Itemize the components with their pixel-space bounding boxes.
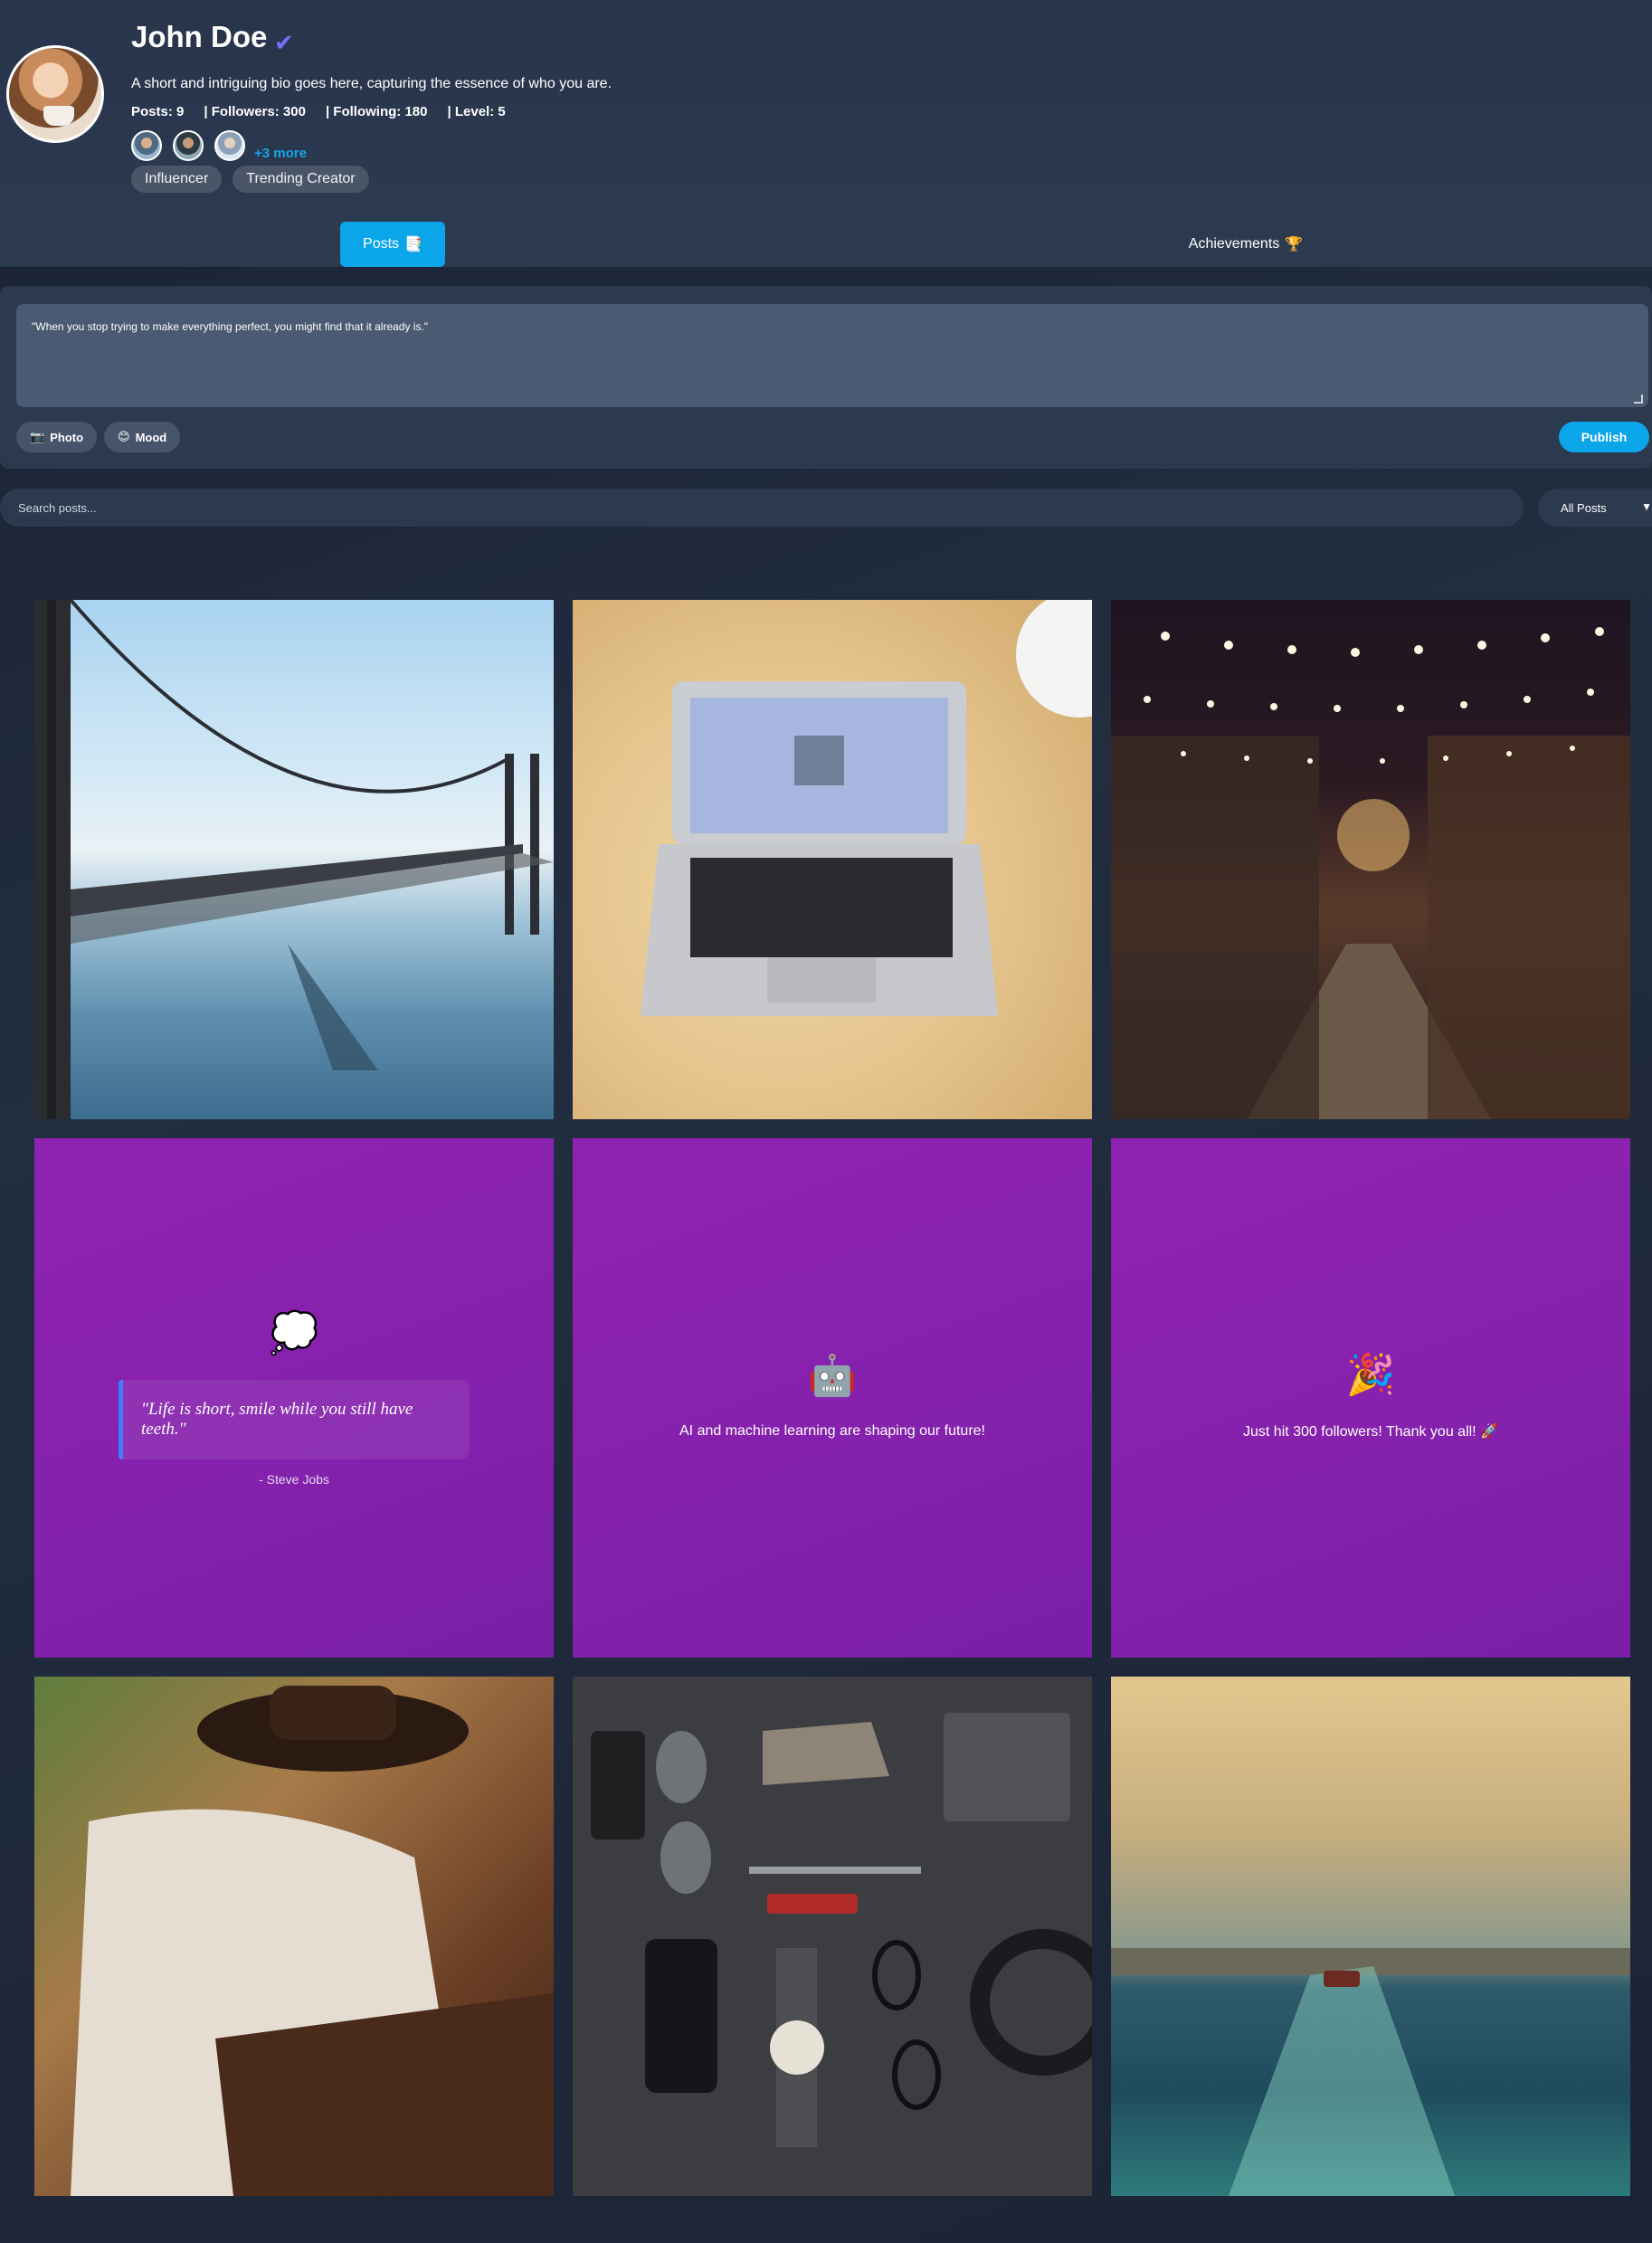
camera-icon: 📷 xyxy=(30,430,45,443)
badge-list: Influencer Trending Creator xyxy=(131,166,369,193)
profile-header: John Doe ✔ A short and intriguing bio go… xyxy=(0,0,1652,220)
post-milestone-text: Just hit 300 followers! Thank you all! 🚀 xyxy=(1243,1424,1498,1440)
badge-influencer: Influencer xyxy=(131,166,223,193)
thought-bubble-icon: 💭 xyxy=(269,1311,319,1355)
post-filter-select[interactable]: All Posts ▼ xyxy=(1538,489,1652,527)
post-milestone[interactable]: 🎉 Just hit 300 followers! Thank you all!… xyxy=(1111,1138,1630,1658)
robot-icon: 🤖 xyxy=(807,1354,858,1398)
post-ai[interactable]: 🤖 AI and machine learning are shaping ou… xyxy=(573,1138,1092,1658)
quote-block: "Life is short, smile while you still ha… xyxy=(119,1380,470,1459)
profile-name: John Doe xyxy=(131,20,268,53)
chevron-down-icon: ▼ xyxy=(1641,500,1652,513)
compose-textarea[interactable]: "When you stop trying to make everything… xyxy=(16,304,1648,407)
follower-avatar[interactable] xyxy=(131,129,162,161)
follower-avatar[interactable] xyxy=(173,129,204,161)
resize-handle-icon[interactable] xyxy=(1634,394,1643,404)
more-followers-link[interactable]: +3 more xyxy=(254,146,307,161)
add-mood-button[interactable]: 😊 Mood xyxy=(104,422,181,452)
laptop-photo-art xyxy=(641,600,1092,1016)
tab-achievements[interactable]: Achievements 🏆 xyxy=(1188,222,1304,267)
smile-icon: 😊 xyxy=(118,430,130,443)
street-photo-art xyxy=(1111,627,1630,1119)
stat-following: | Following: 180 xyxy=(325,104,428,119)
post-filter-value: All Posts xyxy=(1561,500,1607,515)
publish-button[interactable]: Publish xyxy=(1559,422,1649,452)
tab-posts[interactable]: Posts 📑 xyxy=(340,222,445,267)
follower-avatar[interactable] xyxy=(214,129,245,161)
flatlay-photo-art xyxy=(591,1713,1092,2147)
verified-icon: ✔ xyxy=(274,29,294,56)
stat-followers: | Followers: 300 xyxy=(204,104,306,119)
bridge-photo-art xyxy=(34,600,554,1119)
tab-achievements-label: Achievements xyxy=(1188,236,1280,252)
stat-level: | Level: 5 xyxy=(447,104,506,119)
post-quote[interactable]: 💭 "Life is short, smile while you still … xyxy=(34,1138,554,1658)
compose-text: "When you stop trying to make everything… xyxy=(32,320,429,333)
stat-posts: Posts: 9 xyxy=(131,104,185,119)
post-photo-flatlay[interactable] xyxy=(573,1677,1092,2196)
post-photo-bridge[interactable] xyxy=(34,600,554,1119)
badge-trending-creator: Trending Creator xyxy=(233,166,369,193)
profile-stats: Posts: 9 | Followers: 300 | Following: 1… xyxy=(131,104,506,119)
post-photo-hat-man[interactable] xyxy=(34,1677,554,2196)
tab-bar: Posts 📑 Achievements 🏆 xyxy=(0,220,1652,267)
quote-author: - Steve Jobs xyxy=(259,1472,329,1487)
add-photo-label: Photo xyxy=(50,430,84,444)
add-mood-label: Mood xyxy=(135,430,167,444)
document-icon: 📑 xyxy=(404,237,422,252)
post-ai-text: AI and machine learning are shaping our … xyxy=(679,1423,985,1439)
follower-avatars: +3 more xyxy=(131,129,307,161)
hat-photo-art xyxy=(71,1686,554,2196)
search-placeholder: Search posts... xyxy=(18,500,97,515)
tab-posts-label: Posts xyxy=(363,236,400,252)
post-photo-street-lights[interactable] xyxy=(1111,600,1630,1119)
quote-text: "Life is short, smile while you still ha… xyxy=(141,1400,413,1439)
search-input[interactable]: Search posts... xyxy=(0,489,1524,527)
party-popper-icon: 🎉 xyxy=(1345,1353,1396,1397)
sea-photo-art xyxy=(1111,1948,1630,2196)
post-composer: "When you stop trying to make everything… xyxy=(0,286,1652,469)
add-photo-button[interactable]: 📷 Photo xyxy=(16,422,98,452)
post-photo-laptop[interactable] xyxy=(573,600,1092,1119)
post-photo-sea[interactable] xyxy=(1111,1677,1630,2196)
trophy-icon: 🏆 xyxy=(1285,237,1304,252)
profile-bio: A short and intriguing bio goes here, ca… xyxy=(131,76,612,91)
profile-avatar[interactable] xyxy=(6,45,104,143)
